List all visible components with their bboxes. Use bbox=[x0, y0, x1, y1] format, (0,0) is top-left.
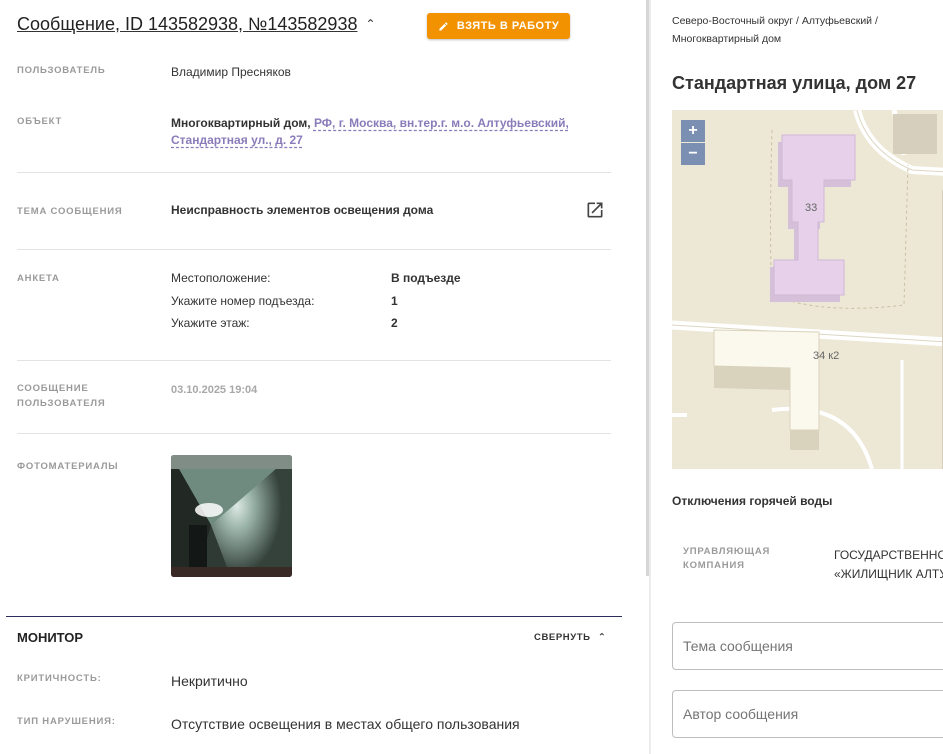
breadcrumb-line2: Многоквартирный дом bbox=[672, 33, 782, 45]
object-type: Многоквартирный дом, bbox=[171, 116, 311, 130]
open-external-icon[interactable] bbox=[585, 200, 605, 220]
user-label: ПОЛЬЗОВАТЕЛЬ bbox=[17, 65, 106, 76]
message-title[interactable]: Сообщение, ID 143582938, №143582938 ⌃ bbox=[17, 14, 376, 35]
author-filter-input[interactable] bbox=[672, 690, 943, 738]
survey-a-3: 2 bbox=[391, 316, 398, 330]
management-company-label: УПРАВЛЯЮЩАЯ КОМПАНИЯ bbox=[683, 545, 770, 573]
take-to-work-label: ВЗЯТЬ В РАБОТУ bbox=[456, 20, 560, 32]
object-address-link-1[interactable]: РФ, г. Москва, вн.тер.г. м.о. Алтуфьевск… bbox=[314, 116, 569, 130]
criticality-label: КРИТИЧНОСТЬ: bbox=[17, 673, 102, 684]
violation-value: Отсутствие освещения в местах общего пол… bbox=[171, 716, 520, 732]
collapse-button[interactable]: СВЕРНУТЬ ⌃ bbox=[534, 632, 606, 643]
details-sidebar: Северо-Восточный округ / Алтуфьевский / … bbox=[651, 0, 943, 754]
zoom-in-button[interactable]: + bbox=[681, 120, 705, 142]
survey-a-1: В подъезде bbox=[391, 271, 461, 285]
object-value: Многоквартирный дом, РФ, г. Москва, вн.т… bbox=[171, 115, 591, 149]
survey-a-2: 1 bbox=[391, 294, 398, 308]
chevron-up-icon[interactable]: ⌃ bbox=[365, 17, 375, 31]
map[interactable]: + − 33 34 к2 bbox=[672, 110, 943, 469]
breadcrumb-line1: Северо-Восточный округ / Алтуфьевский / bbox=[672, 15, 878, 27]
address-title: Стандартная улица, дом 27 bbox=[672, 73, 917, 93]
pencil-icon bbox=[439, 21, 448, 31]
violation-label: ТИП НАРУШЕНИЯ: bbox=[17, 716, 116, 727]
photo-thumbnail[interactable] bbox=[171, 455, 292, 577]
map-canvas bbox=[672, 110, 943, 469]
divider bbox=[17, 172, 611, 173]
object-address-link-2[interactable]: Стандартная ул., д. 27 bbox=[171, 133, 303, 147]
breadcrumb: Северо-Восточный округ / Алтуфьевский / … bbox=[672, 12, 932, 48]
survey-q-2: Укажите номер подъезда: bbox=[171, 294, 315, 308]
collapse-label: СВЕРНУТЬ bbox=[534, 632, 591, 643]
message-panel: Сообщение, ID 143582938, №143582938 ⌃ ВЗЯ… bbox=[0, 0, 650, 754]
take-to-work-button[interactable]: ВЗЯТЬ В РАБОТУ bbox=[427, 13, 570, 39]
zoom-out-button[interactable]: − bbox=[681, 143, 705, 165]
survey-q-1: Местоположение: bbox=[171, 271, 271, 285]
user-message-label: СООБЩЕНИЕ ПОЛЬЗОВАТЕЛЯ bbox=[17, 381, 105, 411]
chevron-up-icon: ⌃ bbox=[597, 632, 607, 643]
management-company-line2: «ЖИЛИЩНИК АЛТУ bbox=[834, 567, 943, 581]
topic-value: Неисправность элементов освещения дома bbox=[171, 203, 434, 217]
management-company-label-line1: УПРАВЛЯЮЩАЯ bbox=[683, 546, 771, 557]
monitor-title: МОНИТОР bbox=[17, 630, 84, 645]
management-company-line1: ГОСУДАРСТВЕННО bbox=[834, 548, 943, 562]
divider bbox=[17, 433, 611, 434]
user-message-label-line2: ПОЛЬЗОВАТЕЛЯ bbox=[17, 398, 106, 409]
hot-water-outages[interactable]: Отключения горячей воды bbox=[672, 494, 832, 508]
criticality-value: Некритично bbox=[171, 673, 248, 689]
management-company-value: ГОСУДАРСТВЕННО «ЖИЛИЩНИК АЛТУ bbox=[834, 546, 943, 584]
user-message-date: 03.10.2025 19:04 bbox=[171, 384, 258, 396]
photos-label: ФОТОМАТЕРИАЛЫ bbox=[17, 461, 119, 472]
divider bbox=[17, 360, 611, 361]
divider bbox=[17, 249, 611, 250]
user-value: Владимир Пресняков bbox=[171, 65, 291, 79]
building-label-34k2: 34 к2 bbox=[813, 350, 840, 362]
user-message-label-line1: СООБЩЕНИЕ bbox=[17, 383, 89, 394]
management-company-label-line2: КОМПАНИЯ bbox=[683, 560, 745, 571]
object-label: ОБЪЕКТ bbox=[17, 116, 63, 127]
monitor-divider bbox=[6, 616, 622, 617]
topic-filter-input[interactable] bbox=[672, 622, 943, 670]
survey-q-3: Укажите этаж: bbox=[171, 316, 250, 330]
message-title-text: Сообщение, ID 143582938, №143582938 bbox=[17, 14, 358, 34]
survey-label: АНКЕТА bbox=[17, 273, 60, 284]
building-label-33: 33 bbox=[805, 202, 818, 214]
topic-label: ТЕМА СООБЩЕНИЯ bbox=[17, 206, 123, 217]
